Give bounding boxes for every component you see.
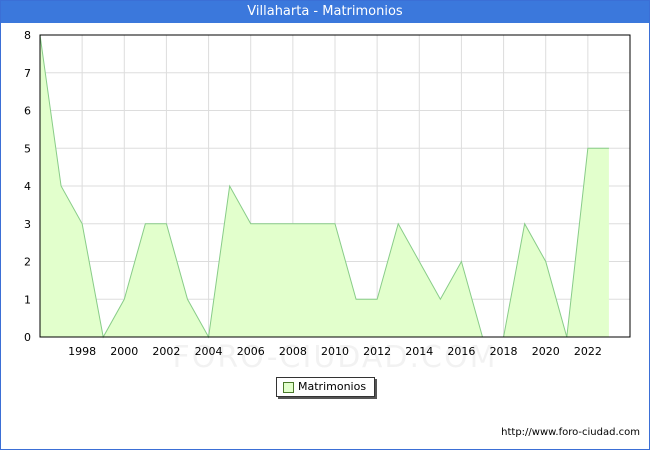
data-point <box>334 223 336 225</box>
legend-label: Matrimonios <box>298 380 367 393</box>
y-tick-label: 2 <box>24 256 31 269</box>
footer-url: http://www.foro-ciudad.com <box>501 427 640 438</box>
data-point <box>228 185 230 187</box>
data-point <box>376 298 378 300</box>
y-tick-label: 4 <box>24 180 31 193</box>
data-point <box>587 147 589 149</box>
data-point <box>460 260 462 262</box>
x-tick-label: 2020 <box>532 345 560 358</box>
y-tick-label: 7 <box>24 67 31 80</box>
data-point <box>123 298 125 300</box>
data-point <box>186 298 188 300</box>
y-tick-label: 1 <box>24 293 31 306</box>
data-point <box>397 223 399 225</box>
data-point <box>608 147 610 149</box>
data-point <box>165 223 167 225</box>
data-point <box>271 223 273 225</box>
y-tick-label: 0 <box>24 331 31 344</box>
data-point <box>250 223 252 225</box>
y-tick-label: 5 <box>24 142 31 155</box>
data-point <box>523 223 525 225</box>
x-tick-label: 2000 <box>110 345 138 358</box>
y-tick-label: 3 <box>24 218 31 231</box>
data-point <box>292 223 294 225</box>
legend-swatch <box>283 382 294 393</box>
y-tick-label: 8 <box>24 29 31 42</box>
x-tick-label: 2022 <box>574 345 602 358</box>
y-tick-label: 6 <box>24 105 31 118</box>
watermark: FORO-CIUDAD.COM <box>173 340 498 375</box>
data-point <box>439 298 441 300</box>
data-point <box>60 185 62 187</box>
legend: Matrimonios <box>276 377 375 397</box>
data-point <box>144 223 146 225</box>
data-point <box>313 223 315 225</box>
data-point <box>81 223 83 225</box>
data-point <box>545 260 547 262</box>
x-tick-label: 1998 <box>68 345 96 358</box>
data-point <box>355 298 357 300</box>
data-point <box>418 260 420 262</box>
